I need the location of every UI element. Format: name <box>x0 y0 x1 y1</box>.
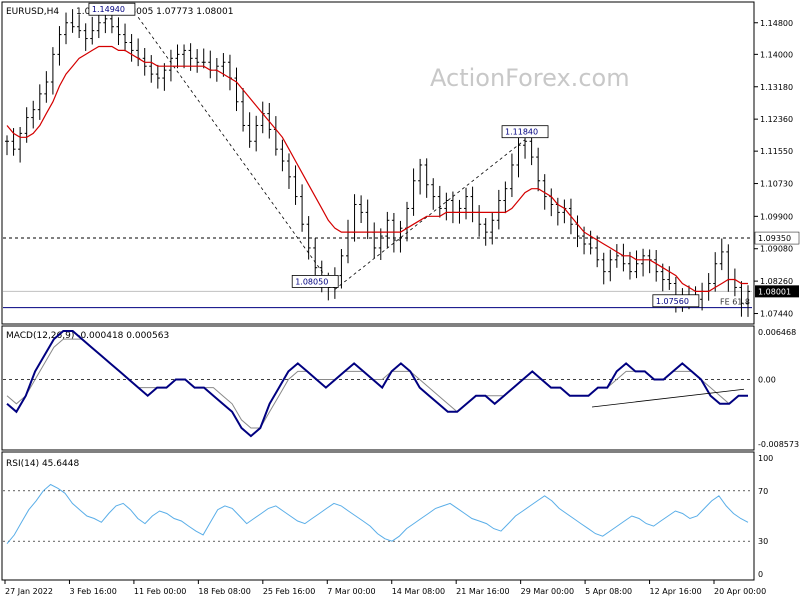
macd-tick-label: -0.008573 <box>758 440 799 449</box>
chart-root: EURUSD,H4 1.07783 1.08005 1.07773 1.0800… <box>0 0 800 600</box>
price-tick-label: 1.13180 <box>760 83 793 92</box>
price-tick-label: 1.08260 <box>760 277 793 286</box>
chart-svg: EURUSD,H4 1.07783 1.08005 1.07773 1.0800… <box>1 1 800 596</box>
macd-tick-label: 0.006468 <box>758 328 796 337</box>
price-tick-label: 1.11550 <box>760 147 793 156</box>
price-tick-label: 1.07440 <box>760 310 793 319</box>
price-tick-label: 1.14800 <box>760 19 793 28</box>
price-panel <box>1 1 755 325</box>
x-tick-label: 11 Feb 00:00 <box>134 587 186 596</box>
rsi-title: RSI(14) 45.6448 <box>6 459 79 469</box>
rsi-tick-label: 0 <box>758 570 763 579</box>
macd-panel <box>1 325 755 451</box>
level-label: 1.09350 <box>758 234 791 243</box>
x-tick-label: 25 Feb 16:00 <box>263 587 315 596</box>
fe-label: FE 61.8 <box>720 298 750 307</box>
macd-title: MACD(12,26,9) -0.000418 0.000563 <box>6 331 169 341</box>
rsi-tick-label: 70 <box>758 487 768 496</box>
price-label-text: 1.07560 <box>656 297 689 306</box>
rsi-tick-label: 30 <box>758 537 768 546</box>
x-tick-label: 7 Mar 00:00 <box>327 587 375 596</box>
macd-tick-label: 0.00 <box>758 376 776 385</box>
x-tick-label: 12 Apr 16:00 <box>650 587 702 596</box>
price-tick-label: 1.12360 <box>760 115 793 124</box>
rsi-panel <box>1 451 755 581</box>
price-tick-label: 1.09080 <box>760 245 793 254</box>
price-label-text: 1.14940 <box>92 5 125 14</box>
x-tick-label: 27 Jan 2022 <box>5 587 53 596</box>
x-tick-label: 3 Feb 16:00 <box>69 587 116 596</box>
price-label-text: 1.08050 <box>295 277 328 286</box>
current-price-label: 1.08001 <box>758 287 791 296</box>
price-symbol: EURUSD,H4 <box>6 7 59 17</box>
price-label-text: 1.11840 <box>505 128 538 137</box>
rsi-tick-label: 100 <box>758 454 773 463</box>
x-tick-label: 5 Apr 08:00 <box>585 587 632 596</box>
x-tick-label: 29 Mar 00:00 <box>521 587 574 596</box>
x-tick-label: 14 Mar 08:00 <box>392 587 445 596</box>
price-tick-label: 1.10730 <box>760 180 793 189</box>
x-tick-label: 21 Mar 16:00 <box>456 587 509 596</box>
price-tick-label: 1.09900 <box>760 212 793 221</box>
watermark: ActionForex.com <box>430 64 630 92</box>
x-tick-label: 20 Apr 00:00 <box>714 587 766 596</box>
x-tick-label: 18 Feb 08:00 <box>198 587 250 596</box>
price-tick-label: 1.14000 <box>760 50 793 59</box>
